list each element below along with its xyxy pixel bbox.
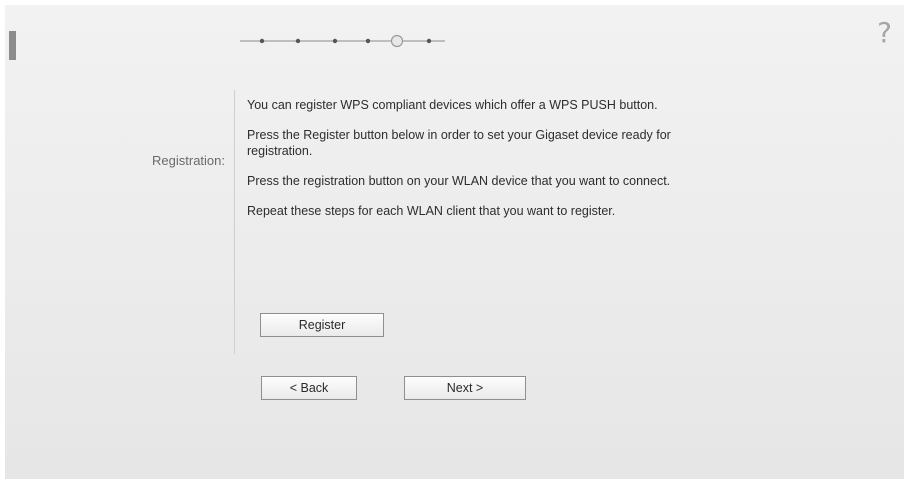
- registration-label: Registration:: [152, 153, 225, 168]
- wizard-progress-indicator: [240, 34, 445, 48]
- progress-step-6: [426, 38, 432, 44]
- wizard-panel: ? Registration: You can register WPS com…: [5, 5, 904, 479]
- left-section-marker: [9, 31, 16, 60]
- instruction-paragraph: Press the Register button below in order…: [247, 128, 671, 158]
- progress-step-2: [295, 38, 301, 44]
- back-button[interactable]: < Back: [261, 376, 357, 400]
- registration-instructions: You can register WPS compliant devices w…: [247, 97, 717, 233]
- instruction-paragraph: Press the registration button on your WL…: [247, 174, 671, 188]
- progress-step-1: [259, 38, 265, 44]
- section-divider: [234, 90, 235, 354]
- instruction-paragraph: Repeat these steps for each WLAN client …: [247, 204, 616, 218]
- progress-step-4: [365, 38, 371, 44]
- progress-step-5-current: [390, 34, 404, 48]
- instruction-paragraph: You can register WPS compliant devices w…: [247, 98, 658, 112]
- next-button[interactable]: Next >: [404, 376, 526, 400]
- progress-step-3: [332, 38, 338, 44]
- help-icon[interactable]: ?: [877, 19, 892, 47]
- register-button[interactable]: Register: [260, 313, 384, 337]
